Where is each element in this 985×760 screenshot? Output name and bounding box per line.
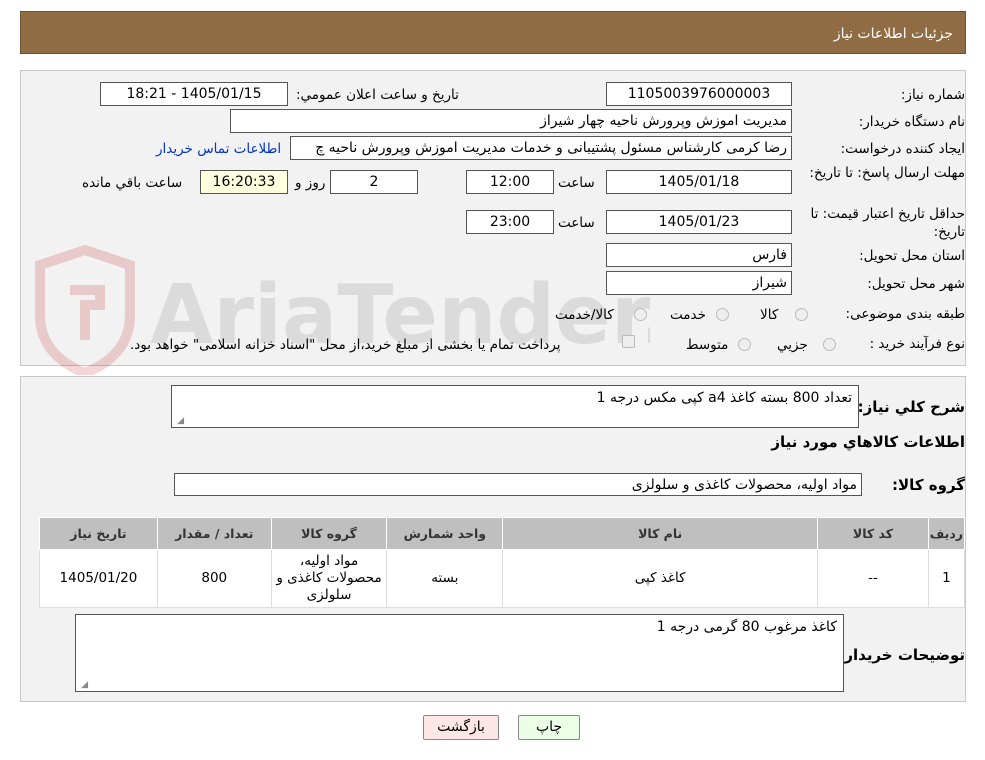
col-unit: واحد شمارش: [386, 517, 504, 550]
cell-code: --: [817, 549, 929, 608]
col-date: تاريخ نياز: [39, 517, 158, 550]
resize-grip-icon[interactable]: ◢: [175, 417, 184, 426]
summary-label: شرح کلي نياز:: [857, 398, 965, 416]
buyer-contact-link[interactable]: اطلاعات تماس خریدار: [156, 141, 281, 157]
deadline-label: مهلت ارسال پاسخ: تا تاریخ:: [809, 165, 965, 181]
category-radio-service[interactable]: [716, 308, 729, 321]
buyer-org-field: مدیریت اموزش وپرورش ناحیه چهار شیراز: [230, 109, 792, 133]
deadline-time-field: 12:00: [466, 170, 554, 194]
buyer-notes-label: توضیحات خریدار:: [838, 646, 965, 664]
process-radio-medium[interactable]: [738, 338, 751, 351]
cell-row: 1: [927, 549, 966, 608]
category-option-goods: کالا: [760, 307, 779, 323]
resize-grip-icon[interactable]: ◢: [79, 681, 88, 690]
price-validity-time-label: ساعت: [558, 215, 595, 231]
process-option-medium: متوسط: [686, 337, 729, 353]
buyer-notes-text: کاغذ مرغوب 80 گرمی درجه 1: [656, 619, 837, 635]
page-header: جزئیات اطلاعات نیاز: [20, 11, 966, 54]
city-label: شهر محل تحویل:: [867, 276, 965, 292]
price-validity-time-field: 23:00: [466, 210, 554, 234]
summary-textarea[interactable]: تعداد 800 بسته کاغذ a4 کپی مکس درجه 1 ◢: [171, 385, 859, 428]
announce-date-field: 1405/01/15 - 18:21: [100, 82, 288, 106]
province-field: فارس: [606, 243, 792, 267]
goods-table: رديف کد کالا نام کالا واحد شمارش گروه کا…: [39, 517, 966, 608]
table-row: 1 -- کاغذ کپی بسته مواد اولیه، محصولات ک…: [39, 549, 966, 608]
remaining-time-label: ساعت باقي مانده: [82, 175, 183, 191]
back-button[interactable]: بازگشت: [423, 715, 499, 740]
process-radio-minor[interactable]: [823, 338, 836, 351]
col-row: رديف: [927, 517, 966, 550]
summary-text: تعداد 800 بسته کاغذ a4 کپی مکس درجه 1: [596, 390, 852, 406]
city-field: شیراز: [606, 271, 792, 295]
treasury-checkbox[interactable]: [622, 335, 635, 348]
goods-group-label: گروه کالا:: [892, 476, 965, 494]
need-number-field: 1105003976000003: [606, 82, 792, 106]
price-validity-label: حداقل تاریخ اعتبار قیمت: تا تاریخ:: [810, 206, 965, 240]
days-label: روز و: [295, 175, 326, 191]
process-option-minor: جزیي: [777, 337, 808, 353]
announce-date-label: تاریخ و ساعت اعلان عمومي:: [296, 87, 459, 103]
page-title: جزئیات اطلاعات نیاز: [833, 26, 953, 42]
days-remaining-field: 2: [330, 170, 418, 194]
col-group: گروه کالا: [270, 517, 388, 550]
goods-info-title: اطلاعات کالاهاي مورد نياز: [771, 433, 965, 451]
category-label: طبقه بندی موضوعی:: [845, 306, 965, 322]
table-header-row: رديف کد کالا نام کالا واحد شمارش گروه کا…: [39, 517, 966, 550]
need-number-label: شماره نیاز:: [900, 87, 965, 103]
goods-group-field: مواد اولیه، محصولات کاغذی و سلولزی: [174, 473, 862, 496]
deadline-time-label: ساعت: [558, 175, 595, 191]
cell-quantity: 800: [156, 549, 272, 608]
cell-unit: بسته: [386, 549, 504, 608]
province-label: استان محل تحویل:: [859, 248, 965, 264]
cell-group: مواد اولیه، محصولات کاغذی و سلولزی: [270, 549, 388, 608]
category-radio-goods[interactable]: [795, 308, 808, 321]
buyer-org-label: نام دستگاه خریدار:: [858, 114, 965, 130]
cell-date: 1405/01/20: [39, 549, 158, 608]
category-option-service: خدمت: [670, 307, 706, 323]
price-validity-date-field: 1405/01/23: [606, 210, 792, 234]
print-button[interactable]: چاپ: [518, 715, 580, 740]
creator-field: رضا کرمی کارشناس مسئول پشتیبانی و خدمات …: [290, 136, 792, 160]
buyer-notes-textarea[interactable]: کاغذ مرغوب 80 گرمی درجه 1 ◢: [75, 614, 844, 692]
col-quantity: تعداد / مقدار: [156, 517, 272, 550]
creator-label: ایجاد کننده درخواست:: [840, 141, 965, 157]
deadline-date-field: 1405/01/18: [606, 170, 792, 194]
category-radio-goods-service[interactable]: [634, 308, 647, 321]
remaining-time-field: 16:20:33: [200, 170, 288, 194]
cell-name: کاغذ کپی: [502, 549, 819, 608]
category-option-goods-service: کالا/خدمت: [555, 307, 614, 323]
process-type-label: نوع فرآیند خرید :: [869, 336, 965, 352]
col-code: کد کالا: [817, 517, 929, 550]
treasury-text: پرداخت تمام یا بخشی از مبلغ خرید،از محل …: [130, 337, 561, 353]
col-name: نام کالا: [502, 517, 819, 550]
